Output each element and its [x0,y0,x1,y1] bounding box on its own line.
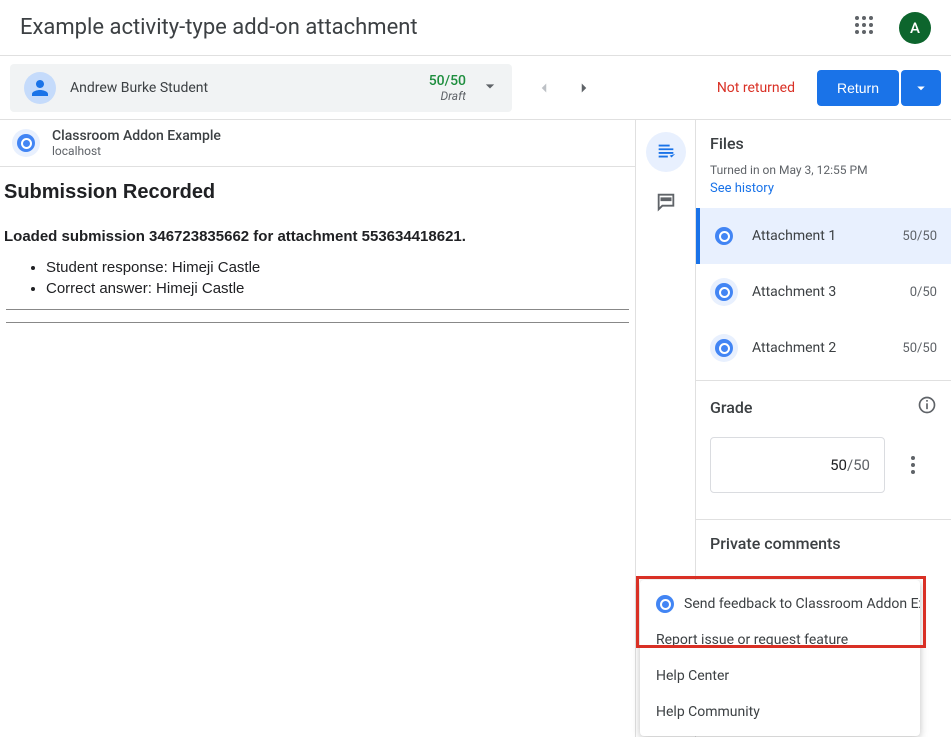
menu-help-community[interactable]: Help Community [640,694,920,730]
private-comments-section: Private comments [696,520,951,573]
menu-send-feedback[interactable]: Send feedback to Classroom Addon Example [640,586,920,622]
grade-input[interactable]: 50/50 [710,437,885,493]
files-title: Files [710,134,937,153]
student-avatar-icon [24,72,56,104]
tab-files[interactable] [646,132,686,172]
addon-info-bar: Classroom Addon Example localhost [0,120,635,167]
attachment-row[interactable]: Attachment 2 50/50 [696,320,951,376]
submission-bullet: Student response: Himeji Castle [46,259,631,276]
grade-title: Grade [710,398,752,417]
attachment-score: 0/50 [910,285,937,300]
return-button[interactable]: Return [817,70,899,106]
left-panel: Classroom Addon Example localhost Submis… [0,120,636,737]
addon-host: localhost [52,144,221,158]
page-title: Example activity-type add-on attachment [20,15,418,40]
see-history-link[interactable]: See history [710,181,937,196]
divider [6,309,629,310]
attachment-score: 50/50 [902,341,937,356]
attachment-name: Attachment 3 [752,284,910,300]
student-selector[interactable]: Andrew Burke Student 50/50 Draft [10,64,512,112]
attachment-row[interactable]: Attachment 1 50/50 [696,208,951,264]
attachment-list: Attachment 1 50/50 Attachment 3 0/50 Att… [696,208,951,376]
attachment-icon [710,222,738,250]
prev-student-button[interactable] [524,68,564,108]
apps-icon[interactable] [855,16,879,40]
menu-label: Report issue or request feature [656,632,848,648]
grade-value: 50 [830,456,847,474]
account-avatar[interactable]: A [899,12,931,44]
addon-iframe-content: Submission Recorded Loaded submission 34… [0,167,635,737]
student-draft-label: Draft [429,89,466,103]
addon-logo-icon [12,129,40,157]
help-dropdown-menu: Send feedback to Classroom Addon Example… [640,580,920,736]
addon-logo-icon [656,595,674,613]
chevron-down-icon [480,76,500,100]
grade-section: Grade 50/50 [696,381,951,499]
tab-comments[interactable] [646,182,686,222]
return-status: Not returned [717,80,795,96]
grade-more-icon[interactable] [901,456,925,474]
private-comments-title: Private comments [710,534,937,553]
attachment-name: Attachment 2 [752,340,902,356]
grade-max: /50 [847,456,870,474]
submission-heading: Submission Recorded [4,181,631,204]
attachment-row[interactable]: Attachment 3 0/50 [696,264,951,320]
toolbar: Andrew Burke Student 50/50 Draft Not ret… [0,56,951,120]
menu-help-center[interactable]: Help Center [640,658,920,694]
attachment-icon [710,278,738,306]
menu-label: Help Center [656,668,729,684]
attachment-score: 50/50 [902,229,937,244]
info-icon[interactable] [917,395,937,419]
turned-in-meta: Turned in on May 3, 12:55 PM [710,163,937,177]
return-dropdown-button[interactable] [901,70,941,106]
submission-loaded-text: Loaded submission 346723835662 for attac… [4,228,631,245]
menu-report-issue[interactable]: Report issue or request feature [640,622,920,658]
attachment-name: Attachment 1 [752,228,902,244]
student-name: Andrew Burke Student [70,80,208,96]
attachment-icon [710,334,738,362]
next-student-button[interactable] [564,68,604,108]
student-score: 50/50 [429,73,466,89]
addon-title: Classroom Addon Example [52,128,221,144]
divider [6,322,629,323]
menu-label: Help Community [656,704,760,720]
app-header: Example activity-type add-on attachment … [0,0,951,56]
submission-bullet: Correct answer: Himeji Castle [46,280,631,297]
menu-label: Send feedback to Classroom Addon Example [684,596,920,612]
